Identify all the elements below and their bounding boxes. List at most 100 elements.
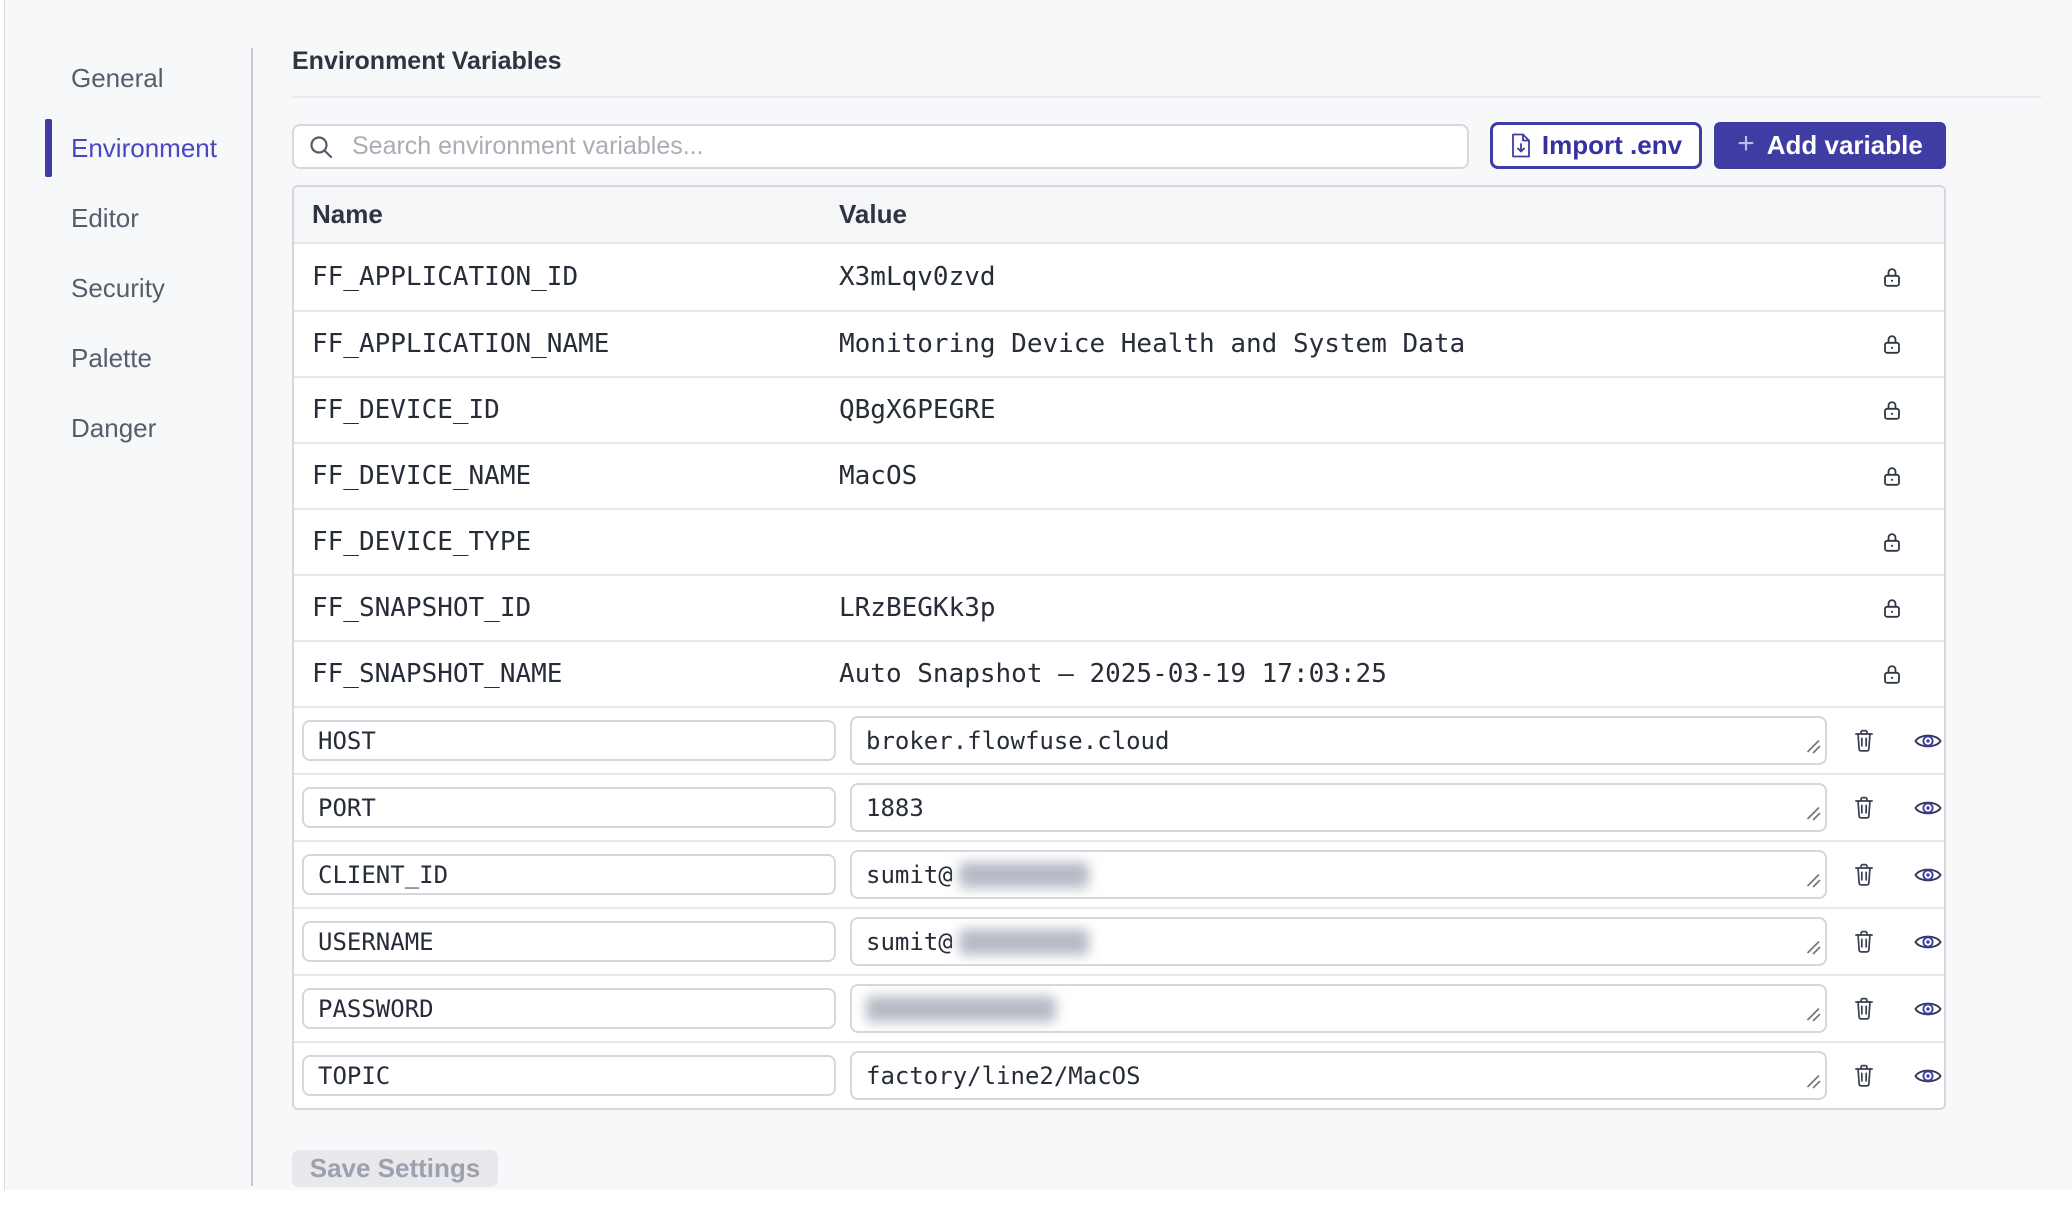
column-header-value: Value [839, 199, 907, 230]
resize-handle-icon[interactable] [1804, 934, 1821, 962]
variable-value-text: sumit@ [866, 928, 953, 956]
sidebar-item-label: Editor [71, 203, 139, 234]
delete-variable-button[interactable] [1851, 1062, 1877, 1089]
add-variable-button[interactable]: + Add variable [1714, 122, 1946, 169]
delete-variable-button[interactable] [1851, 861, 1877, 888]
env-var-row: FF_DEVICE_TYPE [294, 508, 1944, 574]
env-var-value: MacOS [839, 461, 1840, 491]
lock-icon [1880, 332, 1904, 357]
toggle-visibility-button[interactable] [1913, 864, 1943, 886]
resize-handle-icon[interactable] [1804, 733, 1821, 761]
delete-variable-button[interactable] [1851, 928, 1877, 955]
settings-sidebar: General Environment Editor Security Palette D… [39, 43, 239, 463]
sidebar-item-palette[interactable]: Palette [39, 323, 239, 393]
sidebar-item-environment[interactable]: Environment [39, 113, 239, 183]
page-title: Environment Variables [292, 47, 562, 76]
env-var-name: FF_DEVICE_NAME [294, 461, 839, 491]
search-wrap [292, 124, 1469, 169]
env-var-value: Monitoring Device Health and System Data [839, 329, 1840, 359]
redacted-value-blur [866, 996, 1056, 1022]
env-var-value: LRzBEGKk3p [839, 593, 1840, 623]
env-var-value: X3mLqv0zvd [839, 262, 1840, 292]
resize-handle-icon[interactable] [1804, 867, 1821, 895]
resize-handle-icon[interactable] [1804, 1068, 1821, 1096]
variable-name-input[interactable] [302, 787, 836, 828]
env-var-row: FF_APPLICATION_NAMEMonitoring Device Hea… [294, 310, 1944, 376]
sidebar-divider [251, 48, 253, 1186]
delete-variable-button[interactable] [1851, 727, 1877, 754]
delete-variable-button[interactable] [1851, 794, 1877, 821]
env-var-value: Auto Snapshot – 2025-03-19 17:03:25 [839, 659, 1840, 689]
variable-name-input[interactable] [302, 854, 836, 895]
delete-variable-button[interactable] [1851, 995, 1877, 1022]
env-var-value: QBgX6PEGRE [839, 395, 1840, 425]
lock-icon [1880, 530, 1904, 555]
toggle-visibility-button[interactable] [1913, 730, 1943, 752]
env-var-name: FF_SNAPSHOT_ID [294, 593, 839, 623]
redacted-value-blur [959, 929, 1089, 955]
lock-icon [1880, 596, 1904, 621]
title-divider [292, 96, 2041, 98]
lock-icon [1880, 662, 1904, 687]
active-indicator [45, 119, 52, 177]
env-var-name: FF_APPLICATION_ID [294, 262, 839, 292]
variable-value-text: 1883 [866, 794, 924, 822]
variable-name-input[interactable] [302, 988, 836, 1029]
toggle-visibility-button[interactable] [1913, 1065, 1943, 1087]
sidebar-item-security[interactable]: Security [39, 253, 239, 323]
env-var-row: FF_DEVICE_NAMEMacOS [294, 442, 1944, 508]
env-var-row: FF_SNAPSHOT_NAMEAuto Snapshot – 2025-03-… [294, 640, 1944, 706]
variable-value-textarea[interactable]: 1883 [850, 783, 1827, 832]
lock-icon [1880, 464, 1904, 489]
variable-value-text: sumit@ [866, 861, 953, 889]
env-var-row: FF_APPLICATION_IDX3mLqv0zvd [294, 244, 1944, 310]
column-header-name: Name [294, 199, 839, 230]
variable-value-textarea[interactable]: factory/line2/MacOS [850, 1051, 1827, 1100]
env-var-name: FF_SNAPSHOT_NAME [294, 659, 839, 689]
save-settings-button[interactable]: Save Settings [292, 1150, 498, 1187]
toggle-visibility-button[interactable] [1913, 797, 1943, 819]
variable-name-input[interactable] [302, 1055, 836, 1096]
toggle-visibility-button[interactable] [1913, 931, 1943, 953]
variable-name-input[interactable] [302, 921, 836, 962]
resize-handle-icon[interactable] [1804, 1001, 1821, 1029]
plus-icon: + [1737, 129, 1755, 159]
import-env-label: Import .env [1542, 130, 1682, 161]
env-var-row-editable: sumit@ [294, 907, 1944, 974]
sidebar-item-general[interactable]: General [39, 43, 239, 113]
env-var-name: FF_DEVICE_TYPE [294, 527, 839, 557]
sidebar-item-danger[interactable]: Danger [39, 393, 239, 463]
settings-page: General Environment Editor Security Palette D… [4, 0, 2072, 1190]
variable-value-text: broker.flowfuse.cloud [866, 727, 1169, 755]
redacted-value-blur [959, 862, 1089, 888]
toggle-visibility-button[interactable] [1913, 998, 1943, 1020]
import-env-button[interactable]: Import .env [1490, 122, 1702, 169]
search-input[interactable] [292, 124, 1469, 169]
sidebar-item-label: Environment [71, 133, 217, 164]
sidebar-item-label: General [71, 63, 164, 94]
variable-value-textarea[interactable]: sumit@ [850, 850, 1827, 899]
import-file-icon [1510, 132, 1532, 159]
env-var-row: FF_DEVICE_IDQBgX6PEGRE [294, 376, 1944, 442]
variable-value-textarea[interactable] [850, 984, 1827, 1033]
sidebar-item-label: Palette [71, 343, 152, 374]
env-var-row-editable: factory/line2/MacOS [294, 1041, 1944, 1108]
sidebar-item-label: Danger [71, 413, 156, 444]
resize-handle-icon[interactable] [1804, 800, 1821, 828]
env-var-name: FF_APPLICATION_NAME [294, 329, 839, 359]
variable-value-textarea[interactable]: broker.flowfuse.cloud [850, 716, 1827, 765]
env-var-row-editable: 1883 [294, 773, 1944, 840]
lock-icon [1880, 398, 1904, 423]
env-var-row-editable: broker.flowfuse.cloud [294, 706, 1944, 773]
table-body: FF_APPLICATION_IDX3mLqv0zvdFF_APPLICATIO… [294, 244, 1944, 1108]
variable-value-textarea[interactable]: sumit@ [850, 917, 1827, 966]
env-var-row: FF_SNAPSHOT_IDLRzBEGKk3p [294, 574, 1944, 640]
env-var-row-editable [294, 974, 1944, 1041]
sidebar-item-editor[interactable]: Editor [39, 183, 239, 253]
env-variables-table: Name Value FF_APPLICATION_IDX3mLqv0zvdFF… [292, 185, 1946, 1110]
sidebar-item-label: Security [71, 273, 165, 304]
env-var-row-editable: sumit@ [294, 840, 1944, 907]
variable-name-input[interactable] [302, 720, 836, 761]
lock-icon [1880, 265, 1904, 290]
add-variable-label: Add variable [1767, 130, 1923, 161]
